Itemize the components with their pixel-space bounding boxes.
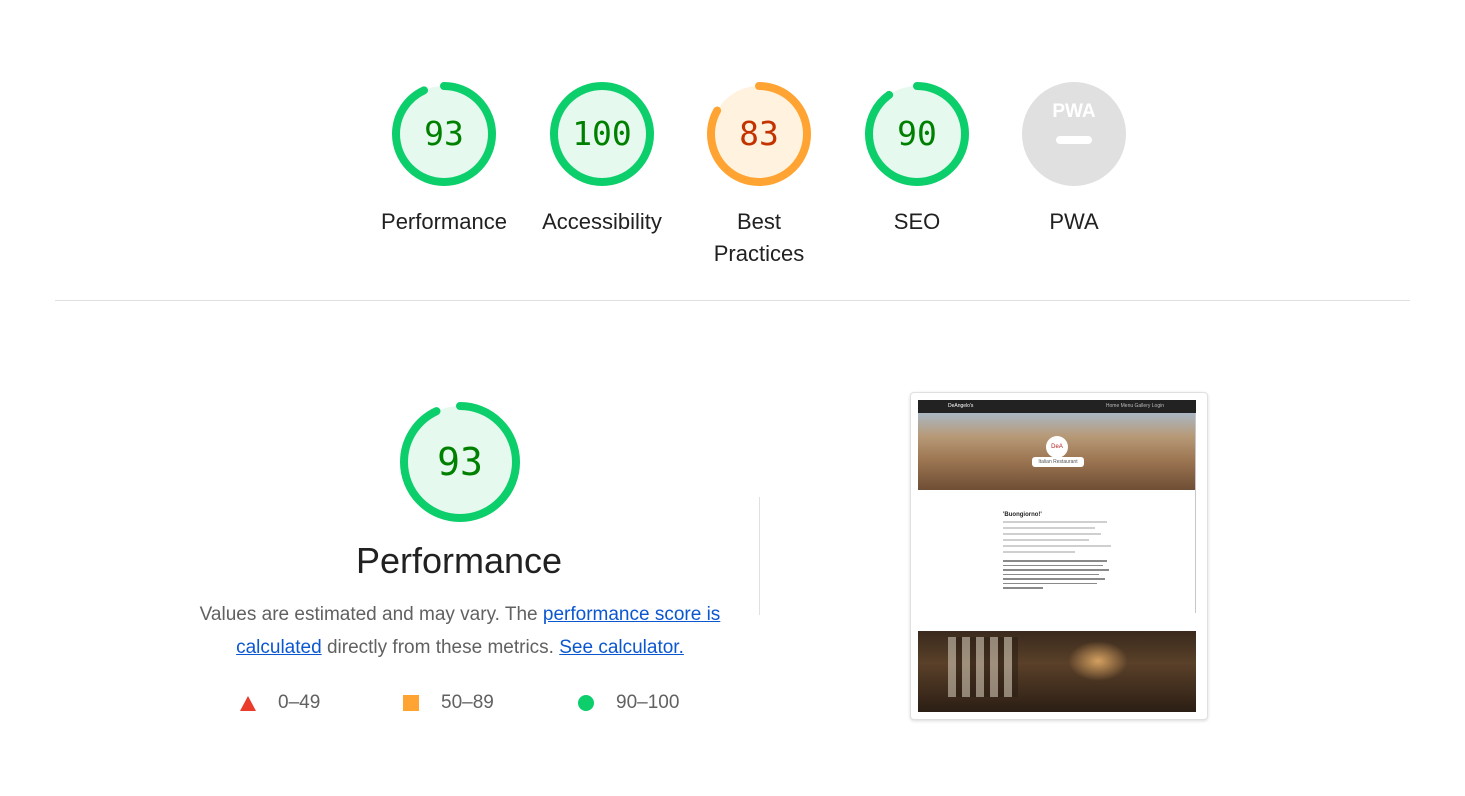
- gauge-score: 100: [572, 114, 632, 153]
- gauge-seo[interactable]: 90 SEO: [842, 80, 992, 238]
- gauge-label: SEO: [893, 209, 941, 234]
- performance-gauge: 93: [398, 400, 522, 524]
- screenshot-hero-image: DeA Italian Restaurant: [918, 413, 1196, 490]
- gauge-label: Performance: [381, 209, 507, 234]
- gauge-label: PWA: [1049, 209, 1099, 234]
- pwa-badge-text: PWA: [1052, 101, 1096, 122]
- gauge-score: 90: [897, 114, 937, 153]
- performance-title: Performance: [355, 540, 563, 581]
- gauge-performance[interactable]: 93 Performance: [369, 80, 519, 238]
- gauge-score: 83: [739, 114, 779, 153]
- gauge-ring: 93: [390, 80, 498, 188]
- gauge-ring: PWA: [1020, 80, 1128, 188]
- gauge-ring: 100: [548, 80, 656, 188]
- category-gauges: 93 Performance 100 Accessibility 83 Best…: [0, 80, 1465, 280]
- legend-fail: 0–49: [240, 692, 320, 714]
- description-text: Values are estimated and may vary. The: [199, 604, 543, 625]
- pwa-badge-icon: PWA: [1022, 82, 1126, 186]
- screenshot-logo: DeA: [1046, 436, 1068, 458]
- gauge-pwa[interactable]: PWA PWA: [999, 80, 1149, 238]
- circle-icon: [578, 695, 594, 711]
- description-text-2: directly from these metrics.: [321, 637, 560, 658]
- gauge-best-practices[interactable]: 83 Best Practices: [684, 80, 834, 270]
- gauge-label-line2: Practices: [713, 241, 805, 266]
- screenshot-brand: DeAngelo's: [948, 403, 974, 409]
- section-divider: [55, 300, 1410, 301]
- gauge-score: 93: [424, 114, 464, 153]
- vertical-divider: [759, 497, 760, 615]
- screenshot-content: DeAngelo's Home Menu Gallery Login DeA I…: [918, 400, 1196, 712]
- see-calculator-link[interactable]: See calculator.: [559, 637, 684, 658]
- performance-score: 93: [437, 440, 483, 484]
- screenshot-sign: Italian Restaurant: [1032, 457, 1084, 467]
- gauge-label-line1: Best: [736, 209, 782, 234]
- gauge-ring: 90: [863, 80, 971, 188]
- triangle-icon: [240, 695, 256, 711]
- screenshot-navbar: DeAngelo's Home Menu Gallery Login: [918, 400, 1196, 413]
- legend-range: 90–100: [616, 692, 680, 713]
- square-icon: [403, 695, 419, 711]
- screenshot-nav-links: Home Menu Gallery Login: [1105, 403, 1164, 409]
- performance-description: Values are estimated and may vary. The p…: [190, 598, 730, 664]
- gauge-accessibility[interactable]: 100 Accessibility: [527, 80, 677, 238]
- screenshot-heading: 'Buongiorno!': [1003, 512, 1042, 518]
- screenshot-scrollbar: [1195, 413, 1196, 613]
- gauge-ring: 83: [705, 80, 813, 188]
- gauge-label: Best Practices: [684, 206, 834, 270]
- screenshot-body-text: 'Buongiorno!': [1003, 512, 1115, 592]
- legend-range: 0–49: [278, 692, 321, 713]
- legend-average: 50–89: [403, 692, 494, 714]
- legend-range: 50–89: [441, 692, 494, 713]
- gauge-label: Accessibility: [542, 209, 662, 234]
- final-screenshot[interactable]: DeAngelo's Home Menu Gallery Login DeA I…: [910, 392, 1208, 720]
- screenshot-restaurant-photo: [918, 631, 1196, 712]
- legend-pass: 90–100: [578, 692, 679, 714]
